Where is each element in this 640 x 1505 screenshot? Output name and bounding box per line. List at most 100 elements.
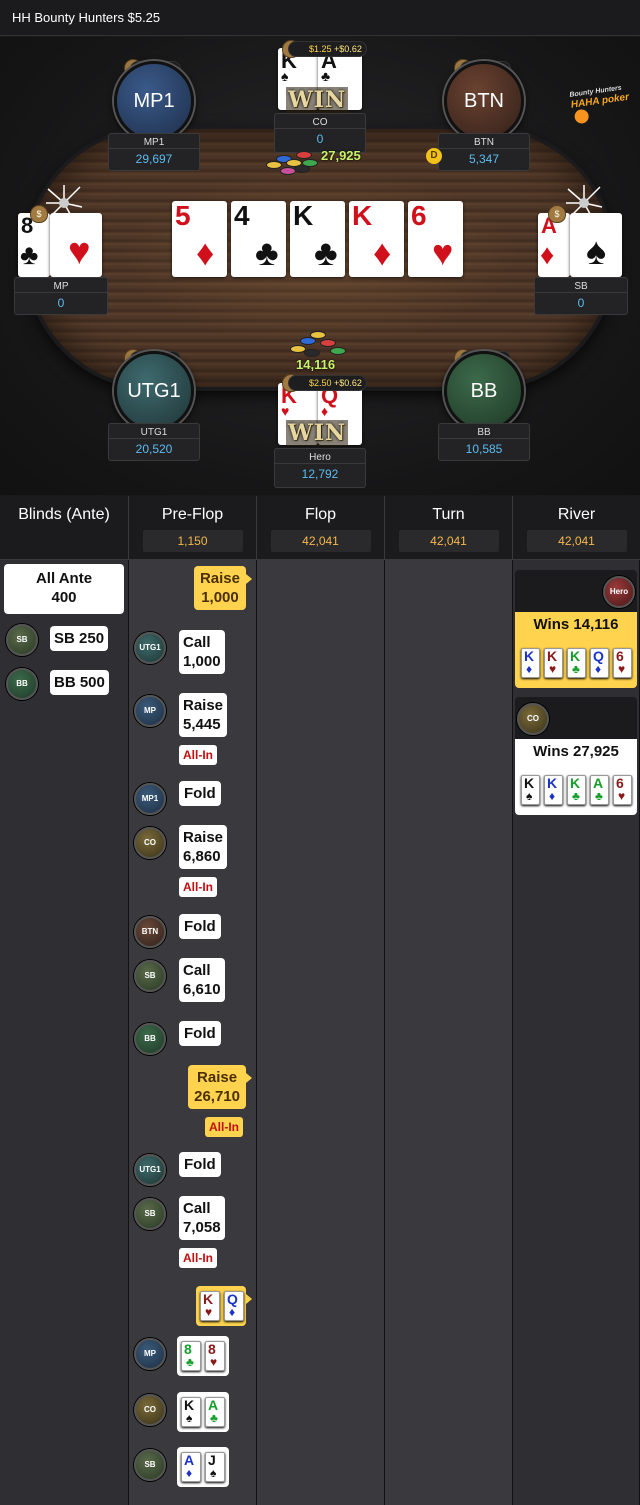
showdown-cards: A ♦ J ♠ bbox=[177, 1447, 229, 1487]
side-pot-chips-icon bbox=[290, 327, 350, 361]
mini-card: K ♠ bbox=[181, 1397, 201, 1427]
result-body: Wins 27,925 K ♠ K ♦ K ♣ A ♣ 6 ♥ bbox=[515, 739, 637, 815]
river-column: Hero Wins 14,116 K ♦ K ♥ K ♣ Q ♦ 6 ♥ CO Wins 27,925 K ♠… bbox=[513, 560, 640, 1505]
mini-card: K ♦ bbox=[544, 775, 563, 805]
preflop-column: Raise 1,000 UTG1 Call 1,000 MP Raise 5,445 All-I… bbox=[129, 560, 257, 1505]
mini-card: 6 ♥ bbox=[613, 648, 632, 678]
board-card: K ♣ bbox=[290, 201, 345, 277]
co-win-banner: WIN bbox=[286, 87, 349, 113]
title-bar: HH Bounty Hunters $5.25 bbox=[0, 0, 640, 36]
mini-card-suit: ♣ bbox=[186, 1355, 194, 1369]
mini-card-suit: ♥ bbox=[618, 789, 626, 803]
position-chip-btn: BTN bbox=[134, 916, 166, 948]
co-bounty: $1.25 +$0.62 bbox=[288, 41, 367, 57]
board-card: K ♦ bbox=[349, 201, 404, 277]
action-amount: 7,058 bbox=[183, 1219, 221, 1236]
mini-card: Q ♦ bbox=[224, 1291, 244, 1321]
mini-card: K ♣ bbox=[567, 648, 586, 678]
board-card-suit: ♦ bbox=[196, 232, 215, 273]
main-pot-amount: 27,925 bbox=[321, 148, 361, 163]
mini-card-suit: ♦ bbox=[549, 789, 556, 803]
seat-avatar-btn[interactable]: BTN bbox=[444, 61, 524, 141]
sb-blind-post: SB 250 bbox=[50, 626, 109, 651]
player-chip-hero: Hero bbox=[603, 576, 635, 608]
action-amount: 1,000 bbox=[183, 653, 221, 670]
bb-blind-post: BB 500 bbox=[50, 670, 109, 695]
action-bubble-hero: Raise 1,000 bbox=[193, 566, 253, 610]
action-bubble: Fold bbox=[179, 781, 221, 806]
seat-nameplate-sb: SB 0 bbox=[534, 277, 628, 315]
action-label: Fold bbox=[184, 1156, 216, 1173]
action-label: Fold bbox=[184, 1025, 216, 1042]
mini-card-suit: ♥ bbox=[210, 1355, 218, 1369]
hero-bounty: $2.50 +$0.62 bbox=[288, 375, 367, 391]
board-card-suit: ♣ bbox=[314, 232, 338, 273]
board-card-rank: 6 bbox=[411, 201, 427, 231]
action-amount: 1,000 bbox=[201, 589, 239, 606]
blinds-column: All Ante 400 SB SB 250 BB BB 500 bbox=[0, 560, 129, 1505]
seat-avatar-utg1[interactable]: UTG1 bbox=[114, 351, 194, 431]
position-chip-sb: SB bbox=[134, 1198, 166, 1230]
bounty-bag-icon: $ bbox=[30, 205, 48, 223]
position-chip-mp1: MP1 bbox=[134, 783, 166, 815]
mini-card: Q ♦ bbox=[590, 648, 609, 678]
seat-nameplate-btn: BTN 5,347 bbox=[438, 133, 530, 171]
seat-nameplate-utg1: UTG1 20,520 bbox=[108, 423, 200, 461]
result-header: CO bbox=[515, 697, 637, 739]
mini-card: 8 ♥ bbox=[205, 1341, 225, 1371]
bounty-bag-icon: $ bbox=[548, 205, 566, 223]
street-header-flop[interactable]: Flop 42,041 bbox=[257, 496, 385, 560]
all-in-badge: All-In bbox=[179, 877, 217, 897]
action-label: Fold bbox=[184, 785, 216, 802]
position-chip-sb: SB bbox=[134, 960, 166, 992]
mini-card-suit: ♦ bbox=[186, 1466, 193, 1480]
board-card-rank: 5 bbox=[175, 201, 191, 231]
showdown-cards: 8 ♣ 8 ♥ bbox=[177, 1336, 229, 1376]
street-header-river[interactable]: River 42,041 bbox=[513, 496, 640, 560]
mini-card: K ♣ bbox=[567, 775, 586, 805]
action-bubble: Call 7,058 bbox=[179, 1196, 225, 1240]
street-header-turn[interactable]: Turn 42,041 bbox=[385, 496, 513, 560]
street-header-blinds[interactable]: Blinds (Ante) bbox=[0, 496, 129, 560]
result-body: Wins 14,116 K ♦ K ♥ K ♣ Q ♦ 6 ♥ bbox=[515, 612, 637, 688]
action-label: Raise bbox=[197, 1069, 238, 1086]
mini-card-suit: ♣ bbox=[572, 789, 580, 803]
seat-nameplate-mp1: MP1 29,697 bbox=[108, 133, 200, 171]
result-text: Wins 14,116 bbox=[533, 616, 619, 633]
mini-card-suit: ♦ bbox=[526, 662, 533, 676]
action-bubble: Raise 5,445 bbox=[179, 693, 228, 737]
haha-poker-logo: Bounty Hunters HAHA poker bbox=[569, 81, 640, 125]
hand-title: HH Bounty Hunters $5.25 bbox=[12, 10, 161, 25]
main-pot-chips-icon bbox=[266, 141, 322, 179]
position-chip-sb: SB bbox=[134, 1449, 166, 1481]
seat-avatar-mp1[interactable]: MP1 bbox=[114, 61, 194, 141]
board-card: 5 ♦ bbox=[172, 201, 227, 277]
all-in-badge: All-In bbox=[179, 745, 217, 765]
action-bubble: Raise 6,860 bbox=[179, 825, 228, 869]
turn-column bbox=[385, 560, 513, 1505]
seat-nameplate-mp: MP 0 bbox=[14, 277, 108, 315]
seat-avatar-bb[interactable]: BB bbox=[444, 351, 524, 431]
action-amount: 5,445 bbox=[183, 716, 221, 733]
board-card-rank: K bbox=[293, 201, 314, 231]
board-card-suit: ♦ bbox=[373, 232, 392, 273]
position-chip-utg1: UTG1 bbox=[134, 1154, 166, 1186]
result-header: Hero bbox=[515, 570, 637, 612]
position-chip-sb: SB bbox=[6, 624, 38, 656]
position-chip-mp: MP bbox=[134, 1338, 166, 1370]
seat-nameplate-bb: BB 10,585 bbox=[438, 423, 530, 461]
poker-table-area: Bounty HuntersHAHA poker $ $2.50 MP1 MP1… bbox=[0, 37, 640, 495]
mini-card-suit: ♥ bbox=[618, 662, 626, 676]
street-header-preflop[interactable]: Pre-Flop 1,150 bbox=[129, 496, 257, 560]
mini-card-suit: ♥ bbox=[205, 1305, 213, 1319]
action-label: Call bbox=[183, 634, 211, 651]
mini-card-suit: ♦ bbox=[595, 662, 602, 676]
mini-card-suit: ♦ bbox=[229, 1305, 236, 1319]
seat-nameplate-hero: Hero 12,792 bbox=[274, 448, 366, 488]
result-text: Wins 27,925 bbox=[533, 743, 619, 760]
hand-history-streets: Blinds (Ante) Pre-Flop 1,150 Flop 42,041 T… bbox=[0, 496, 640, 1505]
action-bubble: Fold bbox=[179, 1021, 221, 1046]
hero-win-banner: WIN bbox=[286, 420, 349, 446]
action-bubble: Call 1,000 bbox=[179, 630, 225, 674]
position-chip-co: CO bbox=[134, 1394, 166, 1426]
